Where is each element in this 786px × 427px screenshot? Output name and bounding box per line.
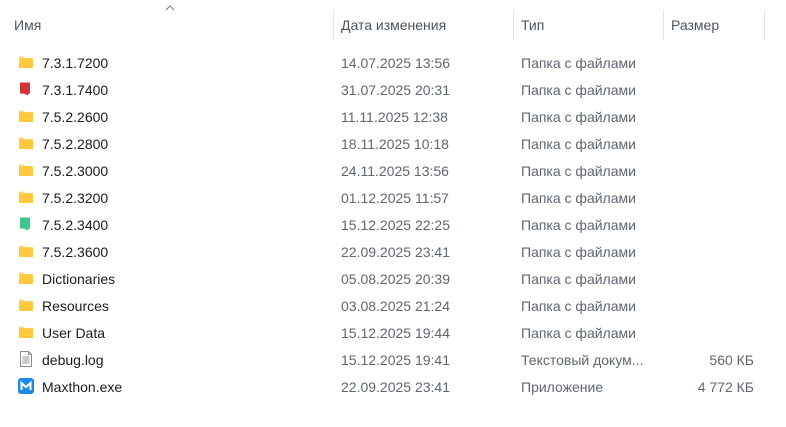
text-file-icon: [17, 350, 35, 368]
file-type: Папка с файлами: [521, 298, 636, 314]
file-date-modified: 22.09.2025 23:41: [341, 379, 450, 395]
file-date-modified: 15.12.2025 19:44: [341, 325, 450, 341]
maxthon-app-icon: [17, 377, 35, 395]
folder-icon: [17, 296, 35, 314]
folder-icon: [17, 134, 35, 152]
file-date-modified: 03.08.2025 21:24: [341, 298, 450, 314]
file-row[interactable]: Dictionaries 05.08.2025 20:39 Папка с файл…: [0, 265, 786, 292]
file-name: User Data: [42, 325, 106, 341]
column-header-size[interactable]: Размер: [663, 0, 764, 46]
file-row[interactable]: debug.log 15.12.2025 19:41 Текстовый докум…: [0, 346, 786, 373]
file-type: Папка с файлами: [521, 325, 636, 341]
folder-icon: [17, 242, 35, 260]
file-type: Папка с файлами: [521, 217, 636, 233]
file-row[interactable]: 7.5.2.2600 11.11.2025 12:38 Папка с файлам…: [0, 103, 786, 130]
file-date-modified: 14.07.2025 13:56: [341, 55, 450, 71]
file-type: Папка с файлами: [521, 271, 636, 287]
file-type: Папка с файлами: [521, 55, 636, 71]
file-type: Папка с файлами: [521, 163, 636, 179]
file-name: 7.5.2.2600: [42, 109, 109, 125]
folder-icon: [17, 323, 35, 341]
file-row[interactable]: Resources 03.08.2025 21:24 Папка с файлами: [0, 292, 786, 319]
file-name: 7.5.2.3200: [42, 190, 109, 206]
file-row[interactable]: 7.5.2.3600 22.09.2025 23:41 Папка с файлам…: [0, 238, 786, 265]
file-name: 7.3.1.7400: [42, 82, 109, 98]
file-name: Dictionaries: [42, 271, 116, 287]
file-name: Resources: [42, 298, 109, 314]
folder-red-icon: [17, 80, 35, 98]
file-name: 7.3.1.7200: [42, 55, 109, 71]
file-date-modified: 31.07.2025 20:31: [341, 82, 450, 98]
file-date-modified: 15.12.2025 19:41: [341, 352, 450, 368]
file-type: Приложение: [521, 379, 604, 395]
file-date-modified: 22.09.2025 23:41: [341, 244, 450, 260]
file-explorer-details-view: Имя Дата изменения Тип Размер 7.3.1.7200…: [0, 0, 786, 427]
file-type: Папка с файлами: [521, 190, 636, 206]
file-size: 4 772 КБ: [697, 379, 754, 395]
file-type: Текстовый докум...: [521, 352, 644, 368]
folder-green-icon: [17, 215, 35, 233]
folder-icon: [17, 161, 35, 179]
file-row[interactable]: User Data 15.12.2025 19:44 Папка с файлами: [0, 319, 786, 346]
file-row[interactable]: 7.3.1.7400 31.07.2025 20:31 Папка с файлам…: [0, 76, 786, 103]
file-type: Папка с файлами: [521, 82, 636, 98]
file-type: Папка с файлами: [521, 136, 636, 152]
file-type: Папка с файлами: [521, 109, 636, 125]
file-date-modified: 01.12.2025 11:57: [341, 190, 449, 206]
file-name: debug.log: [42, 352, 104, 368]
file-size: 560 КБ: [709, 352, 754, 368]
file-row[interactable]: 7.5.2.3400 15.12.2025 22:25 Папка с файлам…: [0, 211, 786, 238]
file-row[interactable]: 7.5.2.2800 18.11.2025 10:18 Папка с файлам…: [0, 130, 786, 157]
file-name: Maxthon.exe: [42, 379, 123, 395]
file-name: 7.5.2.3000: [42, 163, 109, 179]
file-date-modified: 15.12.2025 22:25: [341, 217, 450, 233]
folder-icon: [17, 269, 35, 287]
file-date-modified: 05.08.2025 20:39: [341, 271, 450, 287]
file-name: 7.5.2.3600: [42, 244, 109, 260]
file-type: Папка с файлами: [521, 244, 636, 260]
file-list: 7.3.1.7200 14.07.2025 13:56 Папка с файлам…: [0, 49, 786, 400]
column-header-name[interactable]: Имя: [6, 0, 333, 46]
column-divider[interactable]: [764, 10, 765, 40]
file-row[interactable]: 7.5.2.3000 24.11.2025 13:56 Папка с файлам…: [0, 157, 786, 184]
column-header-row: Имя Дата изменения Тип Размер: [0, 0, 786, 46]
folder-icon: [17, 53, 35, 71]
folder-icon: [17, 107, 35, 125]
file-date-modified: 24.11.2025 13:56: [341, 163, 449, 179]
file-name: 7.5.2.3400: [42, 217, 109, 233]
folder-icon: [17, 188, 35, 206]
file-row[interactable]: 7.3.1.7200 14.07.2025 13:56 Папка с файлам…: [0, 49, 786, 76]
file-row[interactable]: 7.5.2.3200 01.12.2025 11:57 Папка с файлам…: [0, 184, 786, 211]
column-header-type[interactable]: Тип: [513, 0, 663, 46]
file-name: 7.5.2.2800: [42, 136, 109, 152]
file-date-modified: 11.11.2025 12:38: [341, 109, 448, 125]
file-date-modified: 18.11.2025 10:18: [341, 136, 449, 152]
column-header-date-modified[interactable]: Дата изменения: [333, 0, 513, 46]
file-row[interactable]: Maxthon.exe 22.09.2025 23:41 Приложение 4 7…: [0, 373, 786, 400]
